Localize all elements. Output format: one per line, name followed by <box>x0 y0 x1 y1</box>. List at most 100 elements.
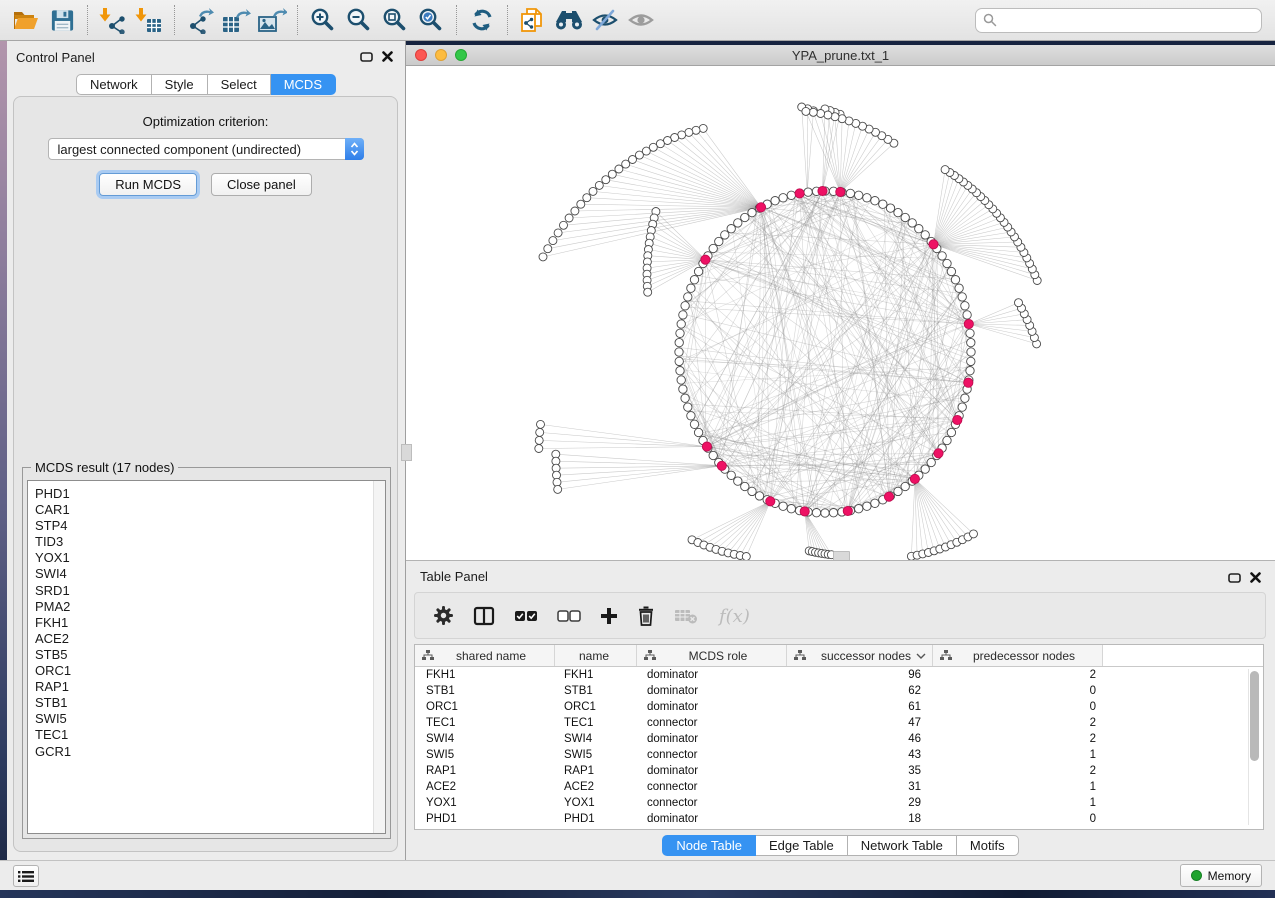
delete-column-button[interactable] <box>637 606 655 626</box>
mcds-result-item[interactable]: PHD1 <box>35 486 385 502</box>
mcds-result-item[interactable]: STP4 <box>35 518 385 534</box>
tab-node-table[interactable]: Node Table <box>662 835 756 856</box>
column-header-shared-name[interactable]: shared name <box>415 645 555 666</box>
run-mcds-button[interactable]: Run MCDS <box>99 173 197 196</box>
table-row[interactable]: SWI4SWI4dominator462 <box>415 731 1263 747</box>
network-canvas-svg[interactable] <box>406 66 1275 560</box>
table-options-button[interactable] <box>433 605 454 626</box>
tab-motifs[interactable]: Motifs <box>957 835 1019 856</box>
zoom-selected-button[interactable] <box>413 3 449 37</box>
tab-select[interactable]: Select <box>208 74 271 95</box>
minimize-window-icon[interactable] <box>435 49 447 61</box>
table-row[interactable]: ACE2ACE2connector311 <box>415 779 1263 795</box>
network-view-window: YPA_prune.txt_1 <box>406 45 1275 560</box>
mcds-result-item[interactable]: YOX1 <box>35 550 385 566</box>
zoom-fit-button[interactable] <box>377 3 413 37</box>
table-scrollbar[interactable] <box>1248 669 1261 825</box>
save-session-button[interactable] <box>44 3 80 37</box>
tab-style[interactable]: Style <box>152 74 208 95</box>
mcds-result-item[interactable]: SRD1 <box>35 583 385 599</box>
table-row[interactable]: RAP1RAP1dominator352 <box>415 763 1263 779</box>
show-all-button[interactable] <box>623 3 659 37</box>
mcds-result-item[interactable]: FKH1 <box>35 615 385 631</box>
import-table-button[interactable] <box>131 3 167 37</box>
first-neighbors-button[interactable] <box>551 3 587 37</box>
apply-layout-button[interactable] <box>464 3 500 37</box>
dropdown-selected-value: largest connected component (undirected) <box>49 142 345 157</box>
table-row[interactable]: FKH1FKH1dominator962 <box>415 667 1263 683</box>
column-header-successor-nodes[interactable]: successor nodes <box>787 645 933 666</box>
clone-network-icon <box>519 6 547 34</box>
vertical-splitter-handle[interactable] <box>401 444 412 461</box>
close-panel-button[interactable]: Close panel <box>211 173 312 196</box>
tab-mcds[interactable]: MCDS <box>271 74 336 95</box>
export-table-button[interactable] <box>218 3 254 37</box>
close-panel-icon[interactable] <box>382 51 393 62</box>
main-toolbar <box>0 0 1275 41</box>
table-row[interactable]: PHD1PHD1dominator180 <box>415 811 1263 827</box>
maximize-window-icon[interactable] <box>455 49 467 61</box>
tab-network[interactable]: Network <box>76 74 152 95</box>
mcds-result-item[interactable]: ACE2 <box>35 631 385 647</box>
save-icon <box>49 7 76 33</box>
show-columns-button[interactable] <box>473 606 495 626</box>
function-builder-button[interactable]: f(x) <box>717 605 751 627</box>
mcds-list-scrollbar[interactable] <box>373 481 385 833</box>
network-window-titlebar[interactable]: YPA_prune.txt_1 <box>406 45 1275 66</box>
search-input[interactable] <box>1002 12 1254 28</box>
memory-button[interactable]: Memory <box>1180 864 1262 887</box>
mcds-result-item[interactable]: CAR1 <box>35 502 385 518</box>
export-image-button[interactable] <box>254 3 290 37</box>
gear-icon <box>433 605 454 626</box>
export-image-icon <box>257 7 287 34</box>
table-row[interactable]: STB1STB1dominator620 <box>415 683 1263 699</box>
delete-table-button[interactable] <box>674 608 698 624</box>
tab-network-table[interactable]: Network Table <box>848 835 957 856</box>
optimization-criterion-dropdown[interactable]: largest connected component (undirected) <box>48 138 364 160</box>
table-scrollbar-thumb[interactable] <box>1250 671 1259 761</box>
deselect-all-button[interactable] <box>557 610 581 622</box>
mcds-result-list[interactable]: PHD1CAR1STP4TID3YOX1SWI4SRD1PMA2FKH1ACE2… <box>27 480 386 834</box>
deselect-all-icon <box>557 610 581 622</box>
float-panel-icon[interactable] <box>360 52 373 62</box>
svg-text:f(x): f(x) <box>717 606 750 627</box>
zoom-in-button[interactable] <box>305 3 341 37</box>
delete-table-icon <box>674 608 698 624</box>
column-header-name[interactable]: name <box>555 645 637 666</box>
mcds-result-item[interactable]: STB1 <box>35 695 385 711</box>
open-file-button[interactable] <box>8 3 44 37</box>
zoom-out-button[interactable] <box>341 3 377 37</box>
search-box[interactable] <box>975 8 1262 33</box>
export-network-button[interactable] <box>182 3 218 37</box>
column-header-mcds-role[interactable]: MCDS role <box>637 645 787 666</box>
task-history-button[interactable] <box>13 865 39 887</box>
add-column-button[interactable] <box>600 607 618 625</box>
mcds-result-item[interactable]: SWI5 <box>35 711 385 727</box>
dropdown-stepper[interactable] <box>345 138 364 160</box>
table-row[interactable]: ORC1ORC1dominator610 <box>415 699 1263 715</box>
mcds-result-item[interactable]: TEC1 <box>35 727 385 743</box>
mcds-result-item[interactable]: RAP1 <box>35 679 385 695</box>
clone-network-button[interactable] <box>515 3 551 37</box>
float-panel-icon[interactable] <box>1228 573 1241 583</box>
mcds-result-item[interactable]: ORC1 <box>35 663 385 679</box>
hide-selected-button[interactable] <box>587 3 623 37</box>
search-icon <box>983 13 997 27</box>
table-row[interactable]: SWI5SWI5connector431 <box>415 747 1263 763</box>
table-row[interactable]: TEC1TEC1connector472 <box>415 715 1263 731</box>
select-all-button[interactable] <box>514 610 538 622</box>
close-window-icon[interactable] <box>415 49 427 61</box>
tab-edge-table[interactable]: Edge Table <box>756 835 848 856</box>
import-network-button[interactable] <box>95 3 131 37</box>
chevron-up-down-icon <box>350 142 359 156</box>
mcds-result-item[interactable]: GCR1 <box>35 744 385 760</box>
mcds-result-item[interactable]: PMA2 <box>35 599 385 615</box>
mcds-result-item[interactable]: TID3 <box>35 534 385 550</box>
column-header-predecessor-nodes[interactable]: predecessor nodes <box>933 645 1103 666</box>
table-row[interactable]: YOX1YOX1connector291 <box>415 795 1263 811</box>
close-panel-icon[interactable] <box>1250 572 1261 583</box>
mcds-panel: Optimization criterion: largest connecte… <box>13 96 398 852</box>
mcds-result-item[interactable]: STB5 <box>35 647 385 663</box>
mcds-result-title: MCDS result (17 nodes) <box>31 460 178 475</box>
mcds-result-item[interactable]: SWI4 <box>35 566 385 582</box>
